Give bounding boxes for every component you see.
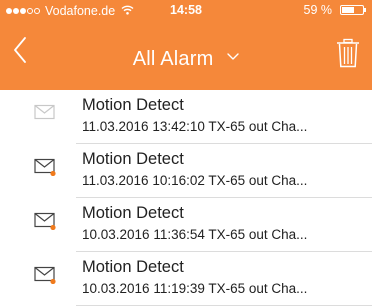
envelope-icon [34,104,56,122]
alarm-title: Motion Detect [82,96,184,114]
alarm-list-item[interactable]: Motion Detect 11.03.2016 10:16:02 TX-65 … [0,144,372,198]
page-title: All Alarm [132,48,214,70]
chevron-down-icon [227,44,239,67]
alarm-detail: 10.03.2016 11:19:39 TX-65 out Cha... [82,281,308,296]
alarm-list: Motion Detect 11.03.2016 13:42:10 TX-65 … [0,90,372,306]
battery-percent: 59 % [303,3,333,17]
status-bar: Vodafone.de 14:58 59 % [0,0,372,20]
alarm-title: Motion Detect [82,150,184,168]
delete-button[interactable] [336,38,362,68]
alarm-detail: 10.03.2016 11:36:54 TX-65 out Cha... [82,227,308,242]
alarm-list-item[interactable]: Motion Detect 10.03.2016 11:36:54 TX-65 … [0,198,372,252]
battery-icon [340,5,366,15]
alarm-list-item[interactable]: Motion Detect 11.03.2016 13:42:10 TX-65 … [0,90,372,144]
envelope-icon [34,158,56,177]
alarm-title: Motion Detect [82,258,184,276]
navigation-bar: All Alarm [0,20,372,90]
envelope-icon [34,212,56,231]
alarm-title: Motion Detect [82,204,184,222]
alarm-filter-dropdown[interactable]: All Alarm [0,44,372,71]
alarm-detail: 11.03.2016 13:42:10 TX-65 out Cha... [82,119,308,134]
alarm-list-item[interactable]: Motion Detect 10.03.2016 11:19:39 TX-65 … [0,252,372,306]
envelope-icon [34,266,56,285]
alarm-detail: 11.03.2016 10:16:02 TX-65 out Cha... [82,173,308,188]
trash-icon [337,38,359,68]
